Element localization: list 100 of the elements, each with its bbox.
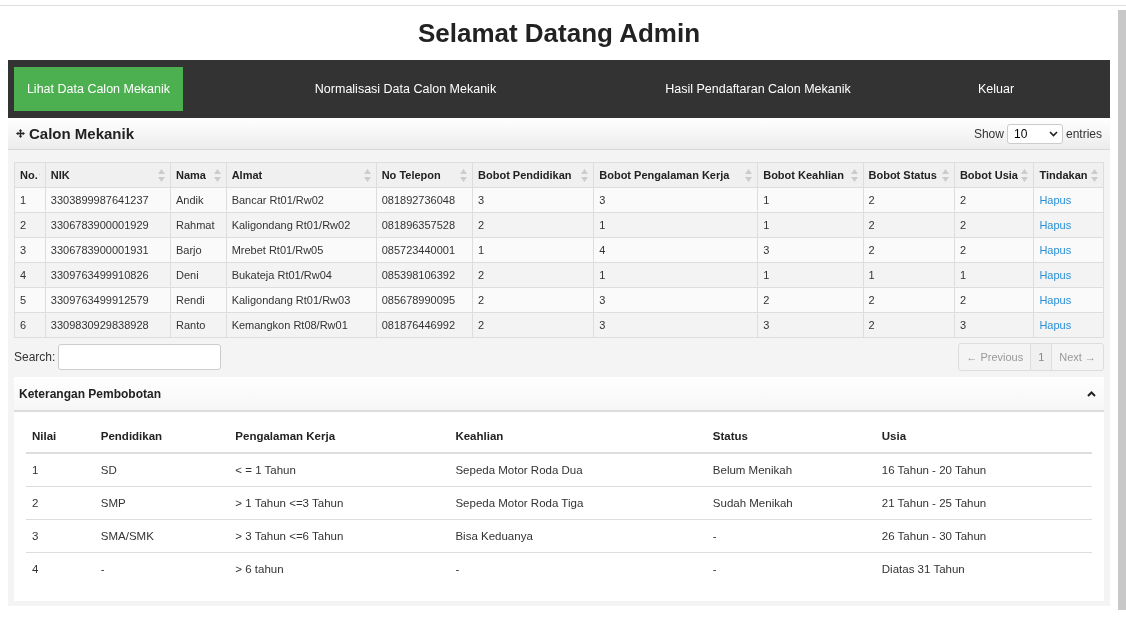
table-cell: 3 <box>954 312 1034 338</box>
table-cell: < = 1 Tahun <box>229 453 450 486</box>
column-header: Nilai <box>26 420 95 453</box>
table-cell: 4 <box>14 262 46 288</box>
table-cell: 085723440001 <box>376 237 473 263</box>
column-header[interactable]: NIK <box>45 162 171 188</box>
table-cell: 2 <box>863 312 955 338</box>
table-cell: 081892736048 <box>376 187 473 213</box>
page-title: Selamat Datang Admin <box>416 17 702 50</box>
table-cell: 21 Tahun - 25 Tahun <box>875 486 1092 519</box>
table-cell: Sepeda Motor Roda Tiga <box>449 486 707 519</box>
table-cell: 2 <box>14 212 46 238</box>
table-cell: SMP <box>94 486 230 519</box>
column-header[interactable]: No Telepon <box>376 162 473 188</box>
scrollbar[interactable] <box>1118 10 1126 610</box>
table-cell: SMA/SMK <box>94 519 230 552</box>
table-cell: 2 <box>954 287 1034 313</box>
table-cell: 2 <box>954 237 1034 263</box>
show-label: Show <box>973 126 1004 141</box>
table-cell: 2 <box>863 287 955 313</box>
table-cell: 2 <box>472 212 594 238</box>
column-header[interactable]: Nama <box>170 162 227 188</box>
column-header[interactable]: Bobot Pengalaman Kerja <box>593 162 758 188</box>
table-cell: 1 <box>472 237 594 263</box>
column-header[interactable]: Almat <box>226 162 377 188</box>
table-cell: 3309830929838928 <box>45 312 171 338</box>
table-cell: > 6 tahun <box>229 552 450 585</box>
column-header[interactable]: No. <box>14 162 46 188</box>
column-header[interactable]: Bobot Status <box>863 162 955 188</box>
table-cell: Belum Menikah <box>706 453 876 486</box>
table-cell: 1 <box>26 453 95 486</box>
table-cell: 16 Tahun - 20 Tahun <box>875 453 1092 486</box>
table-cell: 2 <box>472 312 594 338</box>
table-cell: Bisa Keduanya <box>449 519 707 552</box>
table-cell: Bukateja Rt01/Rw04 <box>226 262 377 288</box>
column-header[interactable]: Tindakan <box>1033 162 1104 188</box>
table-cell: - <box>706 552 876 585</box>
table-cell: 3303899987641237 <box>45 187 171 213</box>
table-cell: 081876446992 <box>376 312 473 338</box>
table-cell: 1 <box>757 212 863 238</box>
move-icon <box>16 129 25 138</box>
table-cell: 3 <box>593 312 758 338</box>
table-cell: 2 <box>863 212 955 238</box>
table-cell: 085678990095 <box>376 287 473 313</box>
table-cell: 2 <box>26 486 95 519</box>
table-cell: Kemangkon Rt08/Rw01 <box>226 312 377 338</box>
column-header[interactable]: Bobot Usia <box>954 162 1034 188</box>
caret-icon <box>1048 130 1058 137</box>
table-cell: 6 <box>14 312 46 338</box>
table-cell: 3309763499910826 <box>45 262 171 288</box>
table-cell: 5 <box>14 287 46 313</box>
table-cell: 1 <box>954 262 1034 288</box>
table-cell: 2 <box>863 187 955 213</box>
collapse-icon[interactable] <box>1087 390 1096 397</box>
table-cell: 3 <box>593 187 758 213</box>
table-cell: SD <box>94 453 230 486</box>
table-cell: 2 <box>757 287 863 313</box>
nav-link[interactable]: Hasil Pendaftaran Calon Mekanik <box>628 67 888 111</box>
table-cell: 3 <box>757 237 863 263</box>
table-cell: - <box>706 519 876 552</box>
table-cell: Diatas 31 Tahun <box>875 552 1092 585</box>
table-cell: 1 <box>593 262 758 288</box>
table-cell: 4 <box>26 552 95 585</box>
table-cell: 1 <box>757 187 863 213</box>
table-cell: Kaligondang Rt01/Rw02 <box>226 212 377 238</box>
column-header[interactable]: Bobot Keahlian <box>757 162 863 188</box>
table-cell: 085398106392 <box>376 262 473 288</box>
entries-select[interactable]: 10 <box>1006 123 1063 144</box>
column-header[interactable]: Bobot Pendidikan <box>472 162 594 188</box>
panel-title-text: Calon Mekanik <box>29 125 135 142</box>
entries-label: entries <box>1065 126 1102 141</box>
table-cell: 081896357528 <box>376 212 473 238</box>
search-label: Search: <box>14 350 56 364</box>
table-cell: > 1 Tahun <=3 Tahun <box>229 486 450 519</box>
column-header: Keahlian <box>449 420 707 453</box>
table-cell: Kaligondang Rt01/Rw03 <box>226 287 377 313</box>
column-header: Pengalaman Kerja <box>229 420 450 453</box>
legend-title: Keterangan Pembobotan <box>19 386 162 401</box>
column-header: Usia <box>875 420 1092 453</box>
table-cell: 2 <box>954 187 1034 213</box>
table-cell: 3 <box>472 187 594 213</box>
table-cell: 1 <box>757 262 863 288</box>
table-cell: 1 <box>14 187 46 213</box>
column-header: Pendidikan <box>94 420 230 453</box>
table-cell: Sepeda Motor Roda Dua <box>449 453 707 486</box>
nav-link[interactable]: Normalisasi Data Calon Mekanik <box>183 67 628 111</box>
search-field[interactable] <box>58 344 222 370</box>
table-cell: - <box>449 552 707 585</box>
table-cell: 4 <box>593 237 758 263</box>
table-cell: Mrebet Rt01/Rw05 <box>226 237 377 263</box>
table-cell: 3306783900001929 <box>45 212 171 238</box>
table-cell: 26 Tahun - 30 Tahun <box>875 519 1092 552</box>
table-cell: Sudah Menikah <box>706 486 876 519</box>
table-cell: 3306783900001931 <box>45 237 171 263</box>
column-header: Status <box>706 420 876 453</box>
table-cell: 3 <box>593 287 758 313</box>
table-cell: 3 <box>26 519 95 552</box>
nav-link[interactable]: Keluar <box>888 67 1104 111</box>
table-cell: 1 <box>593 212 758 238</box>
table-cell: 2 <box>472 287 594 313</box>
